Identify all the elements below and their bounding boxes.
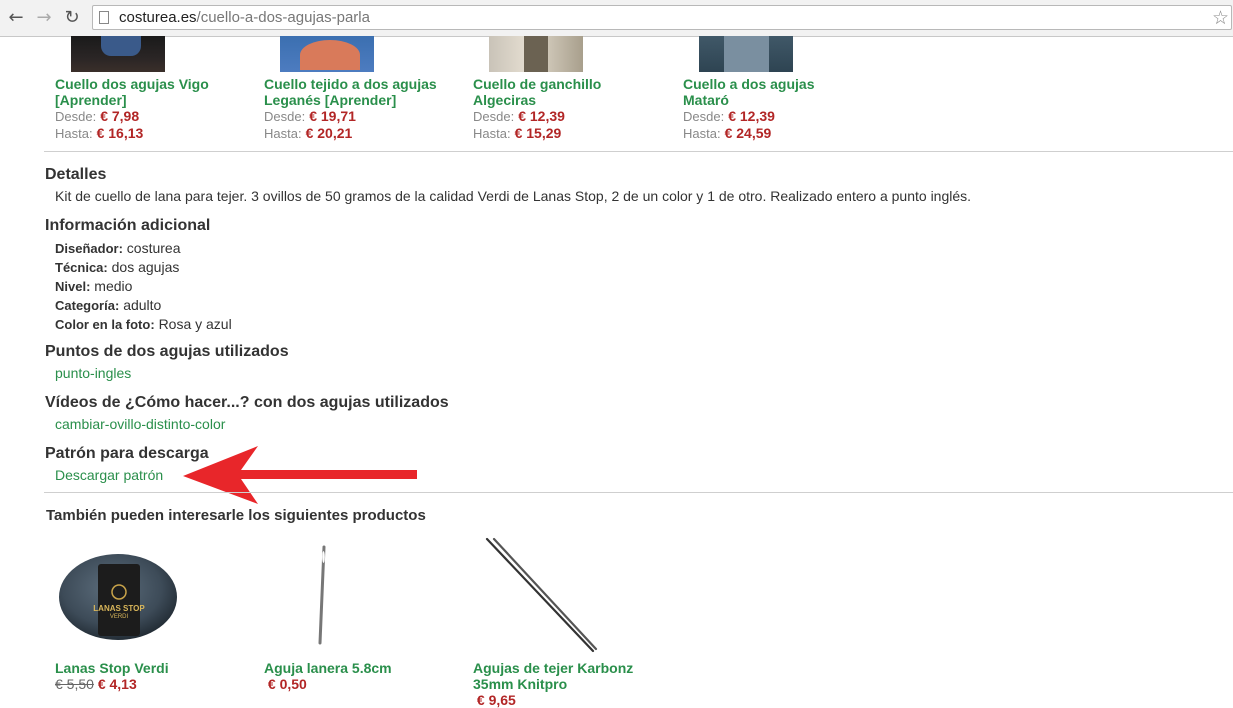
top-product-card[interactable]: Cuello tejido a dos agujas Leganés [Apren… bbox=[264, 76, 469, 142]
hasta-label: Hasta: bbox=[473, 126, 511, 141]
info-row-category: Categoría: adulto bbox=[55, 297, 162, 313]
desde-price: € 12,39 bbox=[518, 108, 565, 124]
product-thumbnail[interactable] bbox=[489, 36, 583, 72]
top-product-card[interactable]: Cuello de ganchillo Algeciras Desde: € 12,… bbox=[473, 76, 678, 142]
top-product-card[interactable]: Cuello a dos agujas Mataró Desde: € 12,39 … bbox=[683, 76, 888, 142]
thumbnail-detail bbox=[724, 36, 769, 72]
top-product-card[interactable]: Cuello dos agujas Vigo [Aprender] Desde: €… bbox=[55, 76, 260, 142]
bookmark-star-icon[interactable]: ☆ bbox=[1212, 7, 1229, 29]
product-thumbnail[interactable] bbox=[280, 36, 374, 72]
product-name[interactable]: Cuello tejido a dos agujas Leganés [Apren… bbox=[264, 76, 469, 108]
videos-heading: Vídeos de ¿Cómo hacer...? con dos agujas… bbox=[45, 394, 449, 411]
desde-label: Desde: bbox=[55, 109, 97, 124]
back-arrow-icon[interactable]: ← bbox=[6, 8, 26, 28]
product-thumbnail[interactable] bbox=[699, 36, 793, 72]
stitches-heading: Puntos de dos agujas utilizados bbox=[45, 343, 289, 360]
product-name[interactable]: Cuello dos agujas Vigo [Aprender] bbox=[55, 76, 260, 108]
info-row-photo-color: Color en la foto: Rosa y azul bbox=[55, 316, 232, 332]
thumbnail-detail bbox=[524, 36, 548, 72]
browser-toolbar: ← → ↻ costurea.es/cuello-a-dos-agujas-pa… bbox=[0, 0, 1233, 37]
hasta-label: Hasta: bbox=[55, 126, 93, 141]
price: € 4,13 bbox=[97, 676, 137, 692]
details-heading: Detalles bbox=[45, 166, 107, 183]
old-price: € 5,50 bbox=[55, 676, 94, 692]
thumbnail-detail bbox=[300, 40, 360, 70]
forward-arrow-icon[interactable]: → bbox=[34, 8, 54, 28]
yarn-ball-graphic bbox=[59, 554, 177, 640]
product-name[interactable]: Lanas Stop Verdi bbox=[55, 660, 255, 676]
product-name[interactable]: Aguja lanera 5.8cm bbox=[264, 660, 464, 676]
reload-icon[interactable]: ↻ bbox=[62, 8, 82, 28]
hasta-price: € 24,59 bbox=[724, 125, 772, 141]
page-icon bbox=[99, 11, 109, 24]
thumbnail-detail bbox=[101, 36, 141, 56]
hasta-price: € 15,29 bbox=[514, 125, 562, 141]
divider bbox=[44, 151, 1233, 152]
price: € 9,65 bbox=[476, 692, 516, 708]
hasta-label: Hasta: bbox=[264, 126, 302, 141]
hasta-price: € 20,21 bbox=[305, 125, 353, 141]
desde-label: Desde: bbox=[264, 109, 306, 124]
yarn-label-sub: VERDI bbox=[109, 614, 129, 620]
video-link[interactable]: cambiar-ovillo-distinto-color bbox=[55, 416, 225, 432]
additional-info-list: Diseñador: costurea Técnica: dos agujas … bbox=[55, 239, 232, 334]
details-text: Kit de cuello de lana para tejer. 3 ovil… bbox=[55, 188, 972, 204]
related-heading: También pueden interesarle los siguiente… bbox=[46, 507, 426, 524]
desde-price: € 19,71 bbox=[309, 108, 356, 124]
info-row-designer: Diseñador: costurea bbox=[55, 240, 181, 256]
product-image-needle[interactable] bbox=[310, 543, 334, 648]
download-pattern-link[interactable]: Descargar patrón bbox=[55, 467, 163, 483]
price: € 0,50 bbox=[267, 676, 307, 692]
url-path: /cuello-a-dos-agujas-parla bbox=[196, 9, 370, 26]
related-product-card[interactable]: Lanas Stop Verdi € 5,50 € 4,13 bbox=[55, 660, 255, 692]
divider bbox=[44, 492, 1233, 493]
info-row-level: Nivel: medio bbox=[55, 278, 133, 294]
info-row-technique: Técnica: dos agujas bbox=[55, 259, 180, 275]
hasta-label: Hasta: bbox=[683, 126, 721, 141]
additional-info-heading: Información adicional bbox=[45, 217, 211, 234]
url-text: costurea.es/cuello-a-dos-agujas-parla bbox=[119, 9, 370, 26]
address-bar[interactable]: costurea.es/cuello-a-dos-agujas-parla ☆ bbox=[92, 5, 1232, 30]
url-domain: costurea.es bbox=[119, 9, 197, 26]
desde-label: Desde: bbox=[683, 109, 725, 124]
annotation-arrow-icon bbox=[183, 446, 417, 504]
hasta-price: € 16,13 bbox=[96, 125, 144, 141]
related-product-card[interactable]: Aguja lanera 5.8cm € 0,50 bbox=[264, 660, 464, 692]
product-name[interactable]: Cuello a dos agujas Mataró bbox=[683, 76, 888, 108]
desde-price: € 12,39 bbox=[728, 108, 775, 124]
product-image-knitting-needles[interactable] bbox=[483, 535, 601, 657]
product-thumbnail[interactable] bbox=[71, 36, 165, 72]
product-image-yarn[interactable]: LANAS STOP VERDI bbox=[58, 552, 178, 642]
product-name[interactable]: Cuello de ganchillo Algeciras bbox=[473, 76, 678, 108]
stitch-link[interactable]: punto-ingles bbox=[55, 365, 131, 381]
product-name[interactable]: Agujas de tejer Karbonz 35mm Knitpro bbox=[473, 660, 673, 692]
desde-price: € 7,98 bbox=[100, 108, 140, 124]
yarn-label-brand: LANAS STOP bbox=[93, 604, 145, 613]
desde-label: Desde: bbox=[473, 109, 515, 124]
